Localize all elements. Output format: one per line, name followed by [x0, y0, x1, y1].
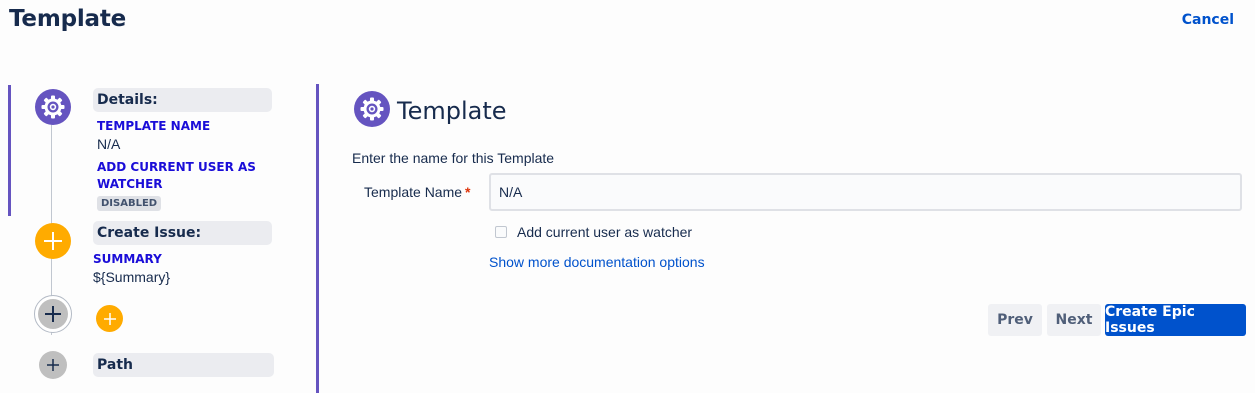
status-badge: DISABLED	[97, 196, 162, 211]
cancel-link[interactable]: Cancel	[1182, 12, 1234, 28]
summary-label: SUMMARY	[93, 252, 162, 266]
add-watcher-label: ADD CURRENT USER AS WATCHER	[97, 160, 256, 191]
watcher-checkbox-label[interactable]: Add current user as watcher	[517, 224, 692, 240]
prev-button[interactable]: Prev	[988, 304, 1042, 336]
step-header-path[interactable]: Path	[93, 353, 274, 377]
workflow-sidebar: Details: TEMPLATE NAME N/A ADD CURRENT U…	[0, 0, 320, 393]
step-header-create-issue[interactable]: Create Issue:	[93, 221, 272, 245]
summary-value: ${Summary}	[93, 269, 171, 285]
gear-icon	[354, 91, 390, 127]
next-button[interactable]: Next	[1047, 304, 1101, 336]
step-header-details[interactable]: Details:	[93, 88, 272, 112]
active-step-indicator	[8, 85, 11, 216]
show-more-docs-link[interactable]: Show more documentation options	[489, 254, 705, 270]
template-name-field-label-text: Template Name	[364, 184, 463, 200]
add-action-plus-icon[interactable]	[96, 305, 123, 332]
required-marker: *	[465, 184, 471, 200]
template-name-label: TEMPLATE NAME	[97, 119, 211, 133]
path-plus-icon[interactable]	[39, 351, 67, 379]
plus-icon[interactable]	[35, 223, 71, 259]
section-divider	[316, 84, 319, 393]
template-name-input[interactable]	[489, 173, 1242, 211]
template-name-field-label: Template Name *	[364, 184, 471, 200]
form-intro: Enter the name for this Template	[352, 150, 555, 166]
template-name-value: N/A	[97, 136, 121, 152]
form-title: Template	[397, 97, 507, 125]
gear-icon[interactable]	[35, 89, 71, 125]
create-epic-issues-button[interactable]: Create Epic Issues	[1105, 304, 1246, 336]
watcher-checkbox[interactable]	[495, 226, 507, 238]
add-step-plus-icon[interactable]	[34, 295, 72, 333]
